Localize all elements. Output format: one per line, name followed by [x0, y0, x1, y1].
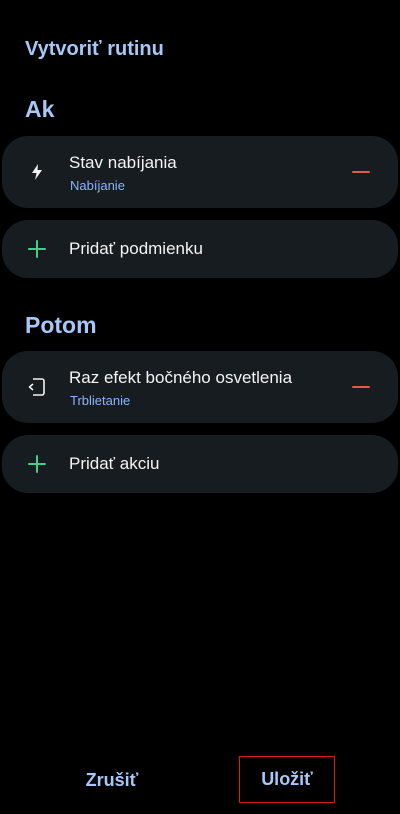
- add-condition-button[interactable]: Pridať podmienku: [2, 220, 398, 278]
- condition-title: Stav nabíjania: [69, 153, 177, 172]
- remove-action-button[interactable]: [348, 376, 374, 398]
- lightning-bolt-icon: [26, 161, 48, 183]
- save-button[interactable]: Uložiť: [239, 756, 335, 803]
- minus-icon: [352, 171, 370, 173]
- remove-condition-button[interactable]: [348, 161, 374, 183]
- add-condition-label: Pridať podmienku: [69, 239, 203, 258]
- plus-icon: [26, 453, 48, 475]
- action-subtitle: Trblietanie: [70, 393, 131, 408]
- minus-icon: [352, 386, 370, 388]
- if-section-title: Ak: [25, 96, 55, 122]
- action-title: Raz efekt bočného osvetlenia: [69, 368, 293, 387]
- edge-lighting-icon: [26, 376, 48, 398]
- add-action-label: Pridať akciu: [69, 454, 160, 473]
- action-card-edge-lighting[interactable]: Raz efekt bočného osvetlenia Trblietanie: [2, 351, 398, 423]
- plus-icon: [26, 238, 48, 260]
- condition-subtitle: Nabíjanie: [70, 178, 125, 193]
- condition-card-charging-state[interactable]: Stav nabíjania Nabíjanie: [2, 136, 398, 208]
- then-section-title: Potom: [25, 312, 97, 338]
- cancel-button[interactable]: Zrušiť: [62, 760, 162, 800]
- add-action-button[interactable]: Pridať akciu: [2, 435, 398, 493]
- page-title: Vytvoriť rutinu: [25, 38, 164, 60]
